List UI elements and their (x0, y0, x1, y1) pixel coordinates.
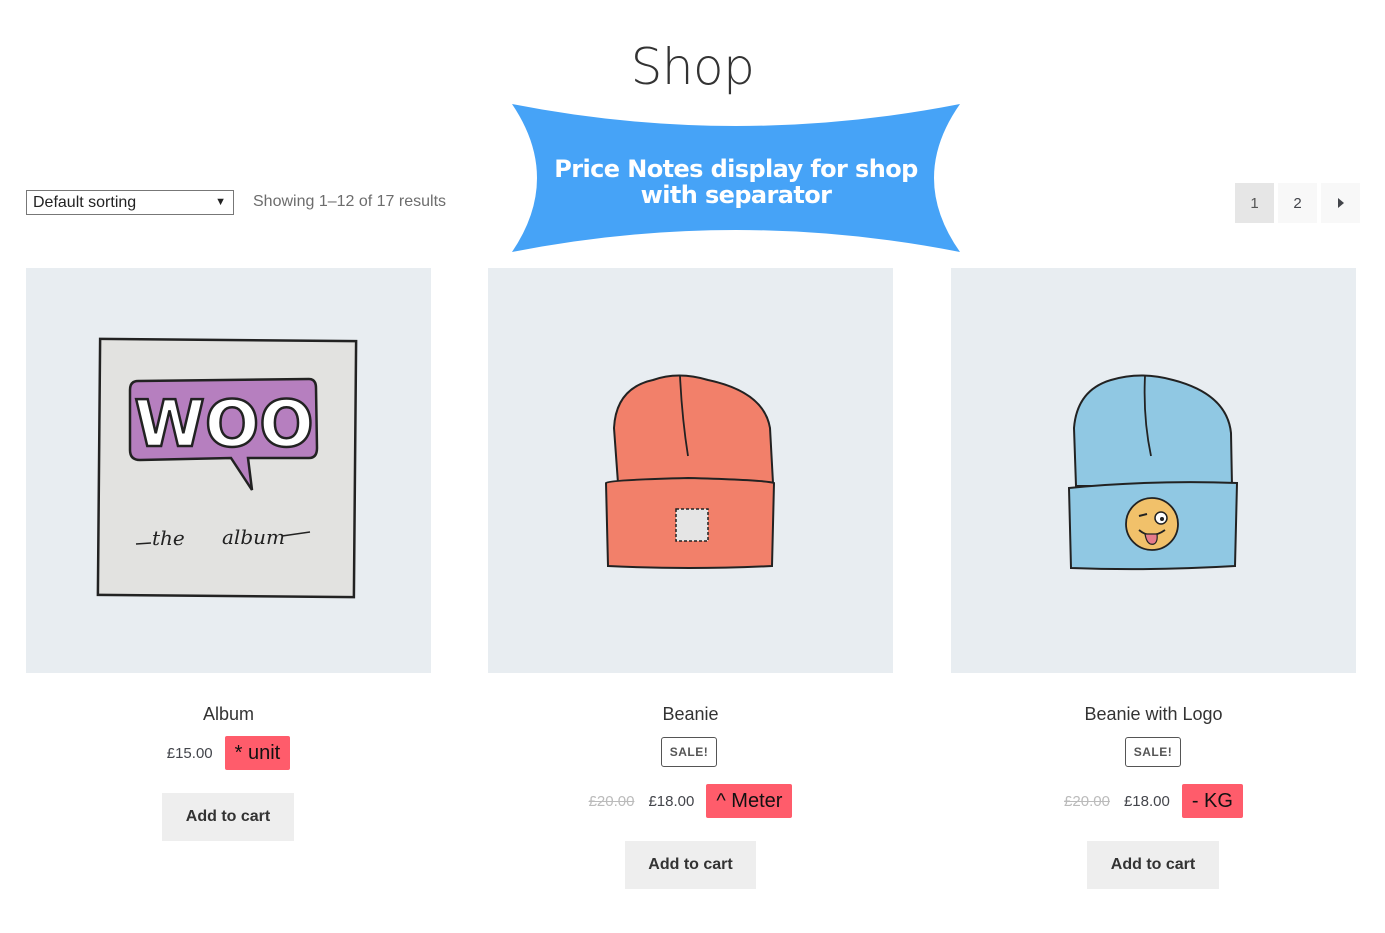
product-card-beanie: Beanie SALE! £20.00 £18.00 ^ Meter Add t… (488, 268, 893, 889)
page-1[interactable]: 1 (1235, 183, 1274, 223)
product-card-beanie-with-logo: Beanie with Logo SALE! £20.00 £18.00 - K… (951, 268, 1356, 889)
sort-selected-value: Default sorting (33, 194, 137, 211)
triangle-right-icon (1337, 198, 1344, 208)
price-row: £15.00 * unit (26, 736, 431, 770)
price: £18.00 (1123, 792, 1170, 810)
sale-badge: SALE! (661, 737, 717, 767)
woo-album-illustration: WOO the album (96, 337, 358, 599)
price-row: £20.00 £18.00 - KG (951, 784, 1356, 818)
product-name[interactable]: Album (26, 704, 431, 725)
product-name[interactable]: Beanie (488, 704, 893, 725)
old-price: £20.00 (588, 792, 635, 810)
orange-beanie-illustration (604, 374, 776, 569)
page-title: Shop (630, 37, 755, 96)
result-count: Showing 1–12 of 17 results (253, 193, 447, 210)
svg-text:WOO: WOO (134, 388, 313, 462)
blue-beanie-logo-illustration (1067, 374, 1239, 571)
product-card-album: WOO the album Album £15.00 * unit Add to… (26, 268, 431, 841)
product-image-beanie-with-logo[interactable] (951, 268, 1356, 673)
price-note: - KG (1181, 784, 1243, 818)
svg-text:the: the (152, 526, 185, 550)
price: £15.00 (166, 744, 213, 762)
price-note: ^ Meter (706, 784, 793, 818)
product-image-beanie[interactable] (488, 268, 893, 673)
pagination: 1 2 (1235, 183, 1360, 223)
price-row: £20.00 £18.00 ^ Meter (488, 784, 893, 818)
price: £18.00 (648, 792, 695, 810)
add-to-cart-button[interactable]: Add to cart (162, 793, 294, 841)
price-note: * unit (224, 736, 291, 770)
page-2[interactable]: 2 (1278, 183, 1317, 223)
product-name[interactable]: Beanie with Logo (951, 704, 1356, 725)
dropdown-arrow-icon: ▼ (215, 196, 226, 208)
add-to-cart-button[interactable]: Add to cart (625, 841, 756, 889)
sale-badge: SALE! (1125, 737, 1181, 767)
add-to-cart-button[interactable]: Add to cart (1087, 841, 1219, 889)
next-page-button[interactable] (1321, 183, 1360, 223)
banner-text: Price Notes display for shop with separa… (554, 155, 918, 209)
sort-select[interactable]: Default sorting ▼ (26, 190, 234, 215)
price-notes-banner: Price Notes display for shop with separa… (510, 102, 962, 254)
svg-text:album: album (222, 525, 285, 549)
old-price: £20.00 (1064, 792, 1110, 810)
product-image-album[interactable]: WOO the album (26, 268, 431, 673)
